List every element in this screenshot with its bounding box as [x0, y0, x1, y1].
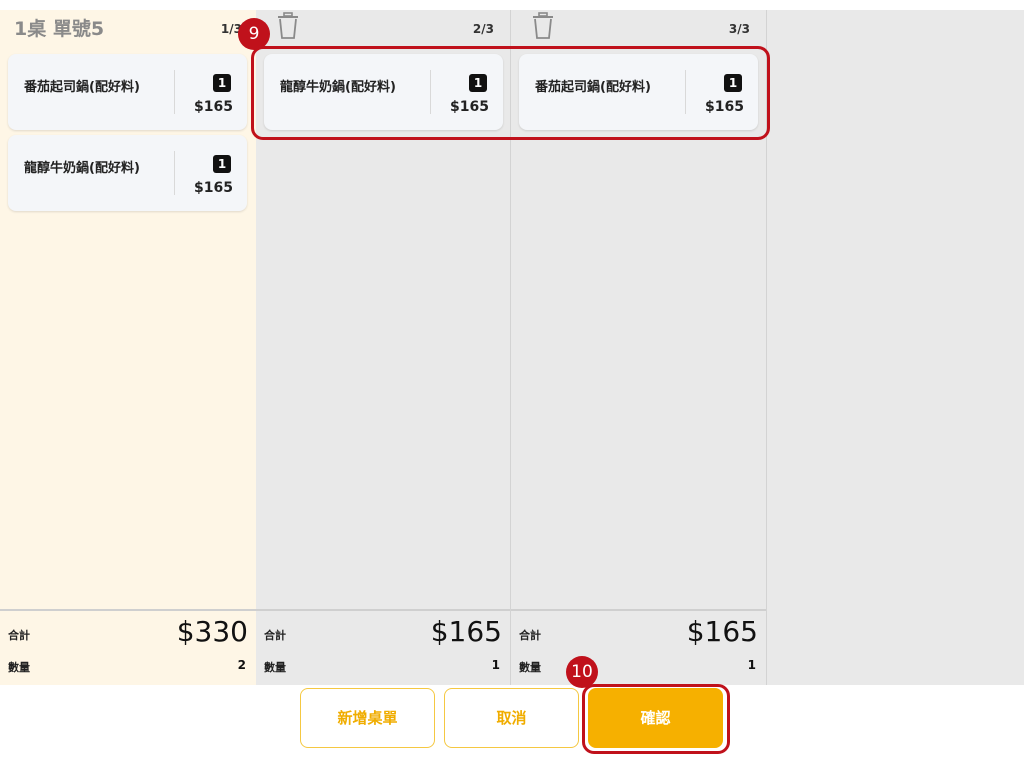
step-badge-10: 10 [566, 656, 598, 688]
item-count: 1 [491, 658, 500, 672]
cancel-button[interactable]: 取消 [444, 688, 579, 748]
page-indicator: 3/3 [728, 22, 750, 36]
order-item-card[interactable]: 番茄起司鍋(配好料) 1 $165 [8, 54, 247, 130]
total-amount: $330 [176, 615, 248, 648]
add-table-bill-button[interactable]: 新增桌單 [300, 688, 435, 748]
divider [174, 151, 175, 195]
count-label: 數量 [264, 661, 286, 674]
total-label: 合計 [8, 629, 30, 642]
total-amount: $165 [686, 615, 758, 648]
total-label: 合計 [264, 629, 286, 642]
bill-summary: 合計 $165 數量 1 [511, 609, 766, 685]
quantity-badge: 1 [213, 74, 231, 92]
highlight-frame-step-9 [251, 46, 770, 140]
trash-icon[interactable] [531, 12, 555, 40]
highlight-frame-step-10 [582, 684, 730, 754]
empty-column [767, 10, 1024, 685]
item-name: 番茄起司鍋(配好料) [24, 80, 140, 95]
item-count: 1 [747, 658, 756, 672]
item-name: 龍醇牛奶鍋(配好料) [24, 161, 140, 176]
split-bill-screen: 1桌 單號5 1/3 番茄起司鍋(配好料) 1 $165 龍醇牛奶鍋(配好料) … [0, 0, 1024, 768]
item-price: $165 [194, 180, 233, 196]
total-label: 合計 [519, 629, 541, 642]
item-count: 2 [237, 658, 246, 672]
count-label: 數量 [519, 661, 541, 674]
bill-summary: 合計 $165 數量 1 [256, 609, 510, 685]
quantity-badge: 1 [213, 155, 231, 173]
item-price: $165 [194, 99, 233, 115]
step-badge-9: 9 [238, 18, 270, 50]
divider [174, 70, 175, 114]
order-item-card[interactable]: 龍醇牛奶鍋(配好料) 1 $165 [8, 135, 247, 211]
order-title: 1桌 單號5 [14, 18, 105, 40]
bill-column-1[interactable]: 1桌 單號5 1/3 番茄起司鍋(配好料) 1 $165 龍醇牛奶鍋(配好料) … [0, 10, 256, 685]
total-amount: $165 [430, 615, 502, 648]
count-label: 數量 [8, 661, 30, 674]
trash-icon[interactable] [276, 12, 300, 40]
bill-summary: 合計 $330 數量 2 [0, 609, 256, 685]
page-indicator: 2/3 [472, 22, 494, 36]
